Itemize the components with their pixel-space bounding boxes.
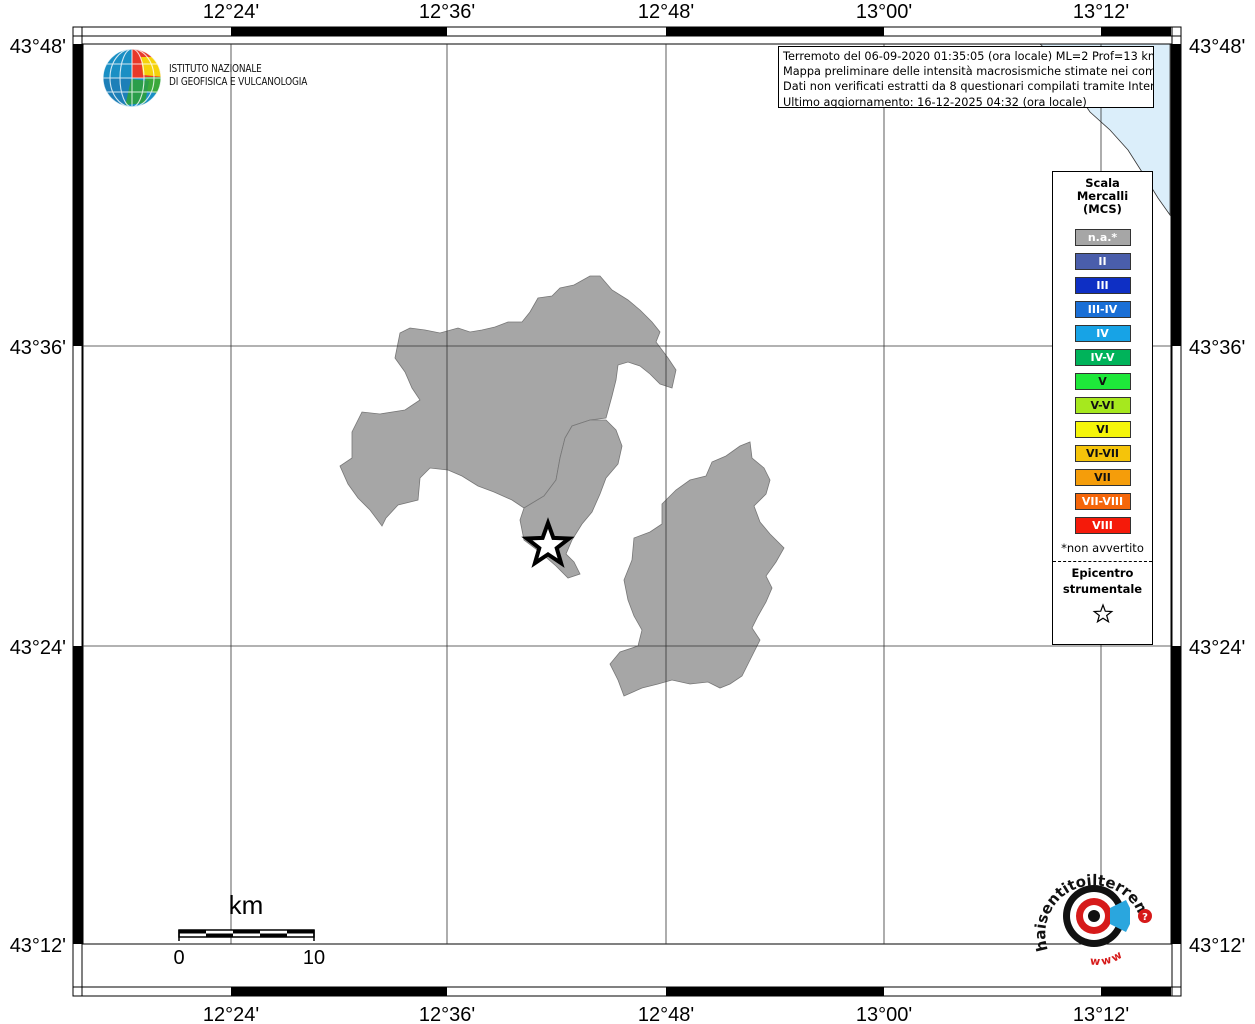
lat-label-right-3: 43°24' xyxy=(1189,637,1245,659)
mcs-legend: Scala Mercalli (MCS) n.a.* II III III-IV IV I… xyxy=(1052,171,1153,645)
legend-separator xyxy=(1053,561,1152,562)
lon-label-top-1: 12°24' xyxy=(203,1,259,23)
legend-note: *non avvertito xyxy=(1061,541,1144,555)
scale-bar-start: 0 xyxy=(173,947,184,969)
frame-ticks xyxy=(73,27,1181,996)
legend-item: III xyxy=(1074,277,1131,294)
legend-item: VII-VIII xyxy=(1074,493,1131,510)
lat-label-left-1: 43°48' xyxy=(10,36,66,58)
event-info-line3: Dati non verificati estratti da 8 questi… xyxy=(783,80,1154,94)
legend-item: VI-VII xyxy=(1074,445,1131,462)
legend-epicenter-line1: Epicentro xyxy=(1071,566,1134,580)
lon-label-bottom-3: 12°48' xyxy=(638,1004,694,1024)
legend-item: V-VI xyxy=(1074,397,1131,414)
legend-items: n.a.* II III III-IV IV IV-V V V-VI VI VI-VII VII VI… xyxy=(1053,229,1152,534)
lon-label-bottom-1: 12°24' xyxy=(203,1004,259,1024)
legend-title: Scala Mercalli (MCS) xyxy=(1053,177,1152,216)
lon-label-bottom-4: 13°00' xyxy=(856,1004,912,1024)
lon-label-top-4: 13°00' xyxy=(856,1,912,23)
legend-item: II xyxy=(1074,253,1131,270)
legend-item: VIII xyxy=(1074,517,1131,534)
lat-label-left-2: 43°36' xyxy=(10,337,66,359)
lon-label-top-3: 12°48' xyxy=(638,1,694,23)
legend-star-icon xyxy=(1092,603,1113,624)
graticule xyxy=(83,44,1171,944)
map-frame-inner xyxy=(82,43,1172,945)
map-frame-outer xyxy=(72,26,1182,997)
event-info-box: Terremoto del 06-09-2020 01:35:05 (ora l… xyxy=(778,46,1154,108)
legend-epicenter-line2: strumentale xyxy=(1062,582,1143,596)
scale-bar: km 0 10 xyxy=(173,890,325,969)
scale-bar-end: 10 xyxy=(303,947,325,969)
scale-bar-unit: km xyxy=(229,890,264,920)
ingv-name: ISTITUTO NAZIONALE DI GEOFISICA E VULCAN… xyxy=(169,63,307,89)
legend-item: IV xyxy=(1074,325,1131,342)
ingv-name-line1: ISTITUTO NAZIONALE xyxy=(169,63,262,75)
legend-item: IV-V xyxy=(1074,349,1131,366)
lat-label-right-1: 43°48' xyxy=(1189,36,1245,58)
event-info-line4: Ultimo aggiornamento: 16-12-2025 04:32 (… xyxy=(783,95,1087,108)
legend-item: VI xyxy=(1074,421,1131,438)
legend-title-line3: (MCS) xyxy=(1083,202,1122,216)
event-info-line1: Terremoto del 06-09-2020 01:35:05 (ora l… xyxy=(783,50,1154,63)
legend-item: VII xyxy=(1074,469,1131,486)
lon-label-top-2: 12°36' xyxy=(419,1,475,23)
lat-label-right-4: 43°12' xyxy=(1189,935,1245,957)
legend-item: V xyxy=(1074,373,1131,390)
municipality-southeast xyxy=(609,441,785,697)
event-info-line2: Mappa preliminare delle intensità macros… xyxy=(783,65,1154,79)
lat-label-right-2: 43°36' xyxy=(1189,337,1245,359)
svg-text:?: ? xyxy=(1142,912,1148,923)
lon-label-bottom-5: 13°12' xyxy=(1073,1004,1129,1024)
legend-item: n.a.* xyxy=(1074,229,1131,246)
legend-epicenter-label: Epicentro strumentale xyxy=(1053,565,1152,597)
hai-sentito-www: www xyxy=(1090,947,1124,968)
lon-label-top-5: 13°12' xyxy=(1073,1,1129,23)
lat-label-left-4: 43°12' xyxy=(10,935,66,957)
hai-sentito-logo: haisentitoilterremoto.it www ? xyxy=(1028,860,1153,968)
municipality-north xyxy=(339,275,677,527)
lon-label-bottom-2: 12°36' xyxy=(419,1004,475,1024)
ingv-globe-icon xyxy=(102,48,162,108)
lat-label-left-3: 43°24' xyxy=(10,637,66,659)
svg-text:www: www xyxy=(1090,947,1126,968)
legend-item: III-IV xyxy=(1074,301,1131,318)
ingv-name-line2: DI GEOFISICA E VULCANOLOGIA xyxy=(169,76,308,88)
